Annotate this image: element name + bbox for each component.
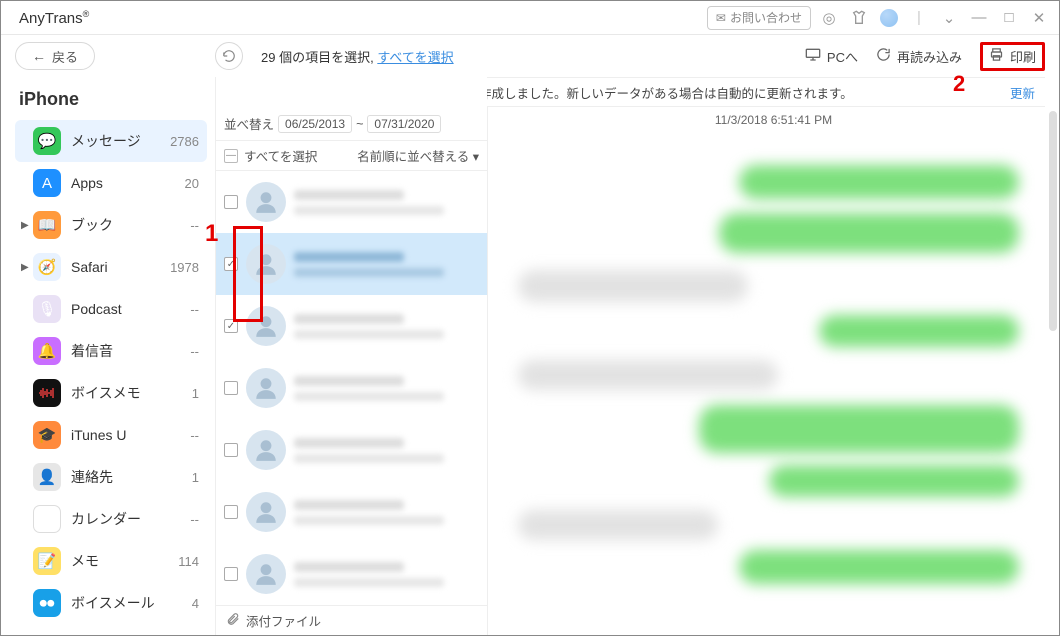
toolbar: ← 戻る 29 個の項目を選択, すべてを選択 PCへ 再読み込み 印刷: [1, 35, 1059, 77]
checkbox[interactable]: [224, 195, 238, 209]
sidebar-item-books[interactable]: ▶📖 ブック--: [15, 204, 207, 246]
conversation-item[interactable]: [216, 543, 487, 605]
sidebar-item-ringtones[interactable]: 🔔 着信音--: [15, 330, 207, 372]
sidebar-item-contacts[interactable]: 👤 連絡先1: [15, 456, 207, 498]
to-pc-button[interactable]: PCへ: [805, 47, 858, 66]
contact-button[interactable]: ✉ お問い合わせ: [707, 6, 811, 30]
checkbox[interactable]: [224, 505, 238, 519]
title-bar: AnyTrans® ✉ お問い合わせ ◎ | ⌄ — □ ✕: [1, 1, 1059, 35]
selection-info: 29 個の項目を選択, すべてを選択: [261, 47, 454, 66]
chat-timestamp: 11/3/2018 6:51:41 PM: [488, 107, 1059, 135]
paperclip-icon: [226, 612, 240, 629]
reload-button[interactable]: 再読み込み: [876, 47, 962, 66]
sidebar-item-podcast[interactable]: 🎙 Podcast--: [15, 288, 207, 330]
sort-dropdown[interactable]: 名前順に並べ替える ▾: [357, 146, 479, 165]
calendar-icon: 5: [33, 505, 61, 533]
sidebar-item-notes[interactable]: 📝 メモ114: [15, 540, 207, 582]
message-icon: 💬: [33, 127, 61, 155]
chevron-down-icon[interactable]: ⌄: [937, 6, 961, 30]
conversation-column: 並べ替え 06/25/2013 ~ 07/31/2020 — すべてを選択 名前…: [215, 77, 487, 635]
sidebar-item-messages[interactable]: 💬 メッセージ2786: [15, 120, 207, 162]
safari-icon: 🧭: [33, 253, 61, 281]
message-bubble-out: [739, 165, 1019, 199]
podcast-icon: 🎙: [33, 295, 61, 323]
sidebar-item-calendar[interactable]: 5 カレンダー--: [15, 498, 207, 540]
graduation-icon: 🎓: [33, 421, 61, 449]
avatar-icon: [246, 554, 286, 594]
book-icon: 📖: [33, 211, 61, 239]
conversation-item[interactable]: [216, 419, 487, 481]
contacts-icon: 👤: [33, 463, 61, 491]
device-name: iPhone: [19, 89, 203, 110]
minimize-icon[interactable]: —: [967, 6, 991, 30]
sort-label: 並べ替え: [224, 114, 274, 133]
notes-icon: 📝: [33, 547, 61, 575]
chevron-right-icon: ▶: [21, 262, 31, 273]
shirt-icon[interactable]: [847, 6, 871, 30]
user-avatar[interactable]: [877, 6, 901, 30]
conversation-list: ✓ ✓: [216, 171, 487, 605]
refresh-button[interactable]: [215, 42, 243, 70]
attachments-button[interactable]: 添付ファイル: [216, 605, 487, 635]
message-bubble-out: [769, 465, 1019, 497]
message-bubble-in: [518, 270, 748, 302]
bell-icon: 🔔: [33, 337, 61, 365]
select-all-link[interactable]: すべてを選択: [377, 50, 453, 65]
mail-icon: ✉: [716, 11, 726, 25]
voicemail-icon: ⏺⏺: [33, 589, 61, 617]
checkbox[interactable]: [224, 381, 238, 395]
app-title: AnyTrans®: [19, 9, 89, 27]
scrollbar[interactable]: [1049, 111, 1057, 331]
back-button[interactable]: ← 戻る: [15, 42, 95, 70]
sidebar-item-safari[interactable]: ▶🧭 Safari1978: [15, 246, 207, 288]
conversation-item[interactable]: ✓: [216, 295, 487, 357]
chevron-right-icon: ▶: [21, 220, 31, 231]
print-icon: [989, 47, 1004, 66]
avatar-icon: [246, 368, 286, 408]
conversation-item[interactable]: ✓: [216, 233, 487, 295]
maximize-icon[interactable]: □: [997, 6, 1021, 30]
conversation-item[interactable]: [216, 357, 487, 419]
message-bubble-out: [699, 405, 1019, 453]
apps-icon: A: [33, 169, 61, 197]
checkbox[interactable]: [224, 567, 238, 581]
avatar-icon: [246, 492, 286, 532]
message-bubble-in: [518, 360, 778, 390]
checkbox[interactable]: ✓: [224, 319, 238, 333]
select-row: — すべてを選択 名前順に並べ替える ▾: [216, 141, 487, 171]
date-from-input[interactable]: 06/25/2013: [278, 115, 352, 133]
sidebar-item-voicemail[interactable]: ⏺⏺ ボイスメール4: [15, 582, 207, 624]
main-area: iPhone 💬 メッセージ2786 A Apps20 ▶📖 ブック-- ▶🧭 …: [1, 77, 1059, 635]
sidebar: iPhone 💬 メッセージ2786 A Apps20 ▶📖 ブック-- ▶🧭 …: [1, 77, 215, 635]
message-bubble-in: [518, 510, 718, 540]
date-to-input[interactable]: 07/31/2020: [367, 115, 441, 133]
divider: |: [907, 6, 931, 30]
conversation-item[interactable]: [216, 171, 487, 233]
select-all-label[interactable]: すべてを選択: [244, 146, 317, 165]
close-icon[interactable]: ✕: [1027, 6, 1051, 30]
date-filter-row: 並べ替え 06/25/2013 ~ 07/31/2020: [216, 107, 487, 141]
avatar-icon: [246, 430, 286, 470]
avatar-icon: [246, 182, 286, 222]
chat-body[interactable]: [488, 135, 1059, 635]
reload-icon: [876, 47, 891, 66]
message-bubble-out: [819, 315, 1019, 347]
conversation-item[interactable]: [216, 481, 487, 543]
checkbox[interactable]: ✓: [224, 257, 238, 271]
waveform-icon: [33, 379, 61, 407]
sidebar-item-voicememo[interactable]: ボイスメモ1: [15, 372, 207, 414]
arrow-left-icon: ←: [32, 48, 46, 64]
sidebar-item-apps[interactable]: A Apps20: [15, 162, 207, 204]
search-icon[interactable]: ◎: [817, 6, 841, 30]
chat-panel: 11/3/2018 6:51:41 PM: [487, 107, 1059, 635]
message-bubble-out: [739, 550, 1019, 584]
avatar-icon: [246, 306, 286, 346]
checkbox[interactable]: [224, 443, 238, 457]
collapse-toggle[interactable]: —: [224, 149, 238, 163]
avatar-icon: [246, 244, 286, 284]
message-bubble-out: [719, 213, 1019, 253]
to-pc-icon: [805, 47, 821, 65]
sidebar-item-itunesu[interactable]: 🎓 iTunes U--: [15, 414, 207, 456]
print-button[interactable]: 印刷: [980, 42, 1045, 71]
